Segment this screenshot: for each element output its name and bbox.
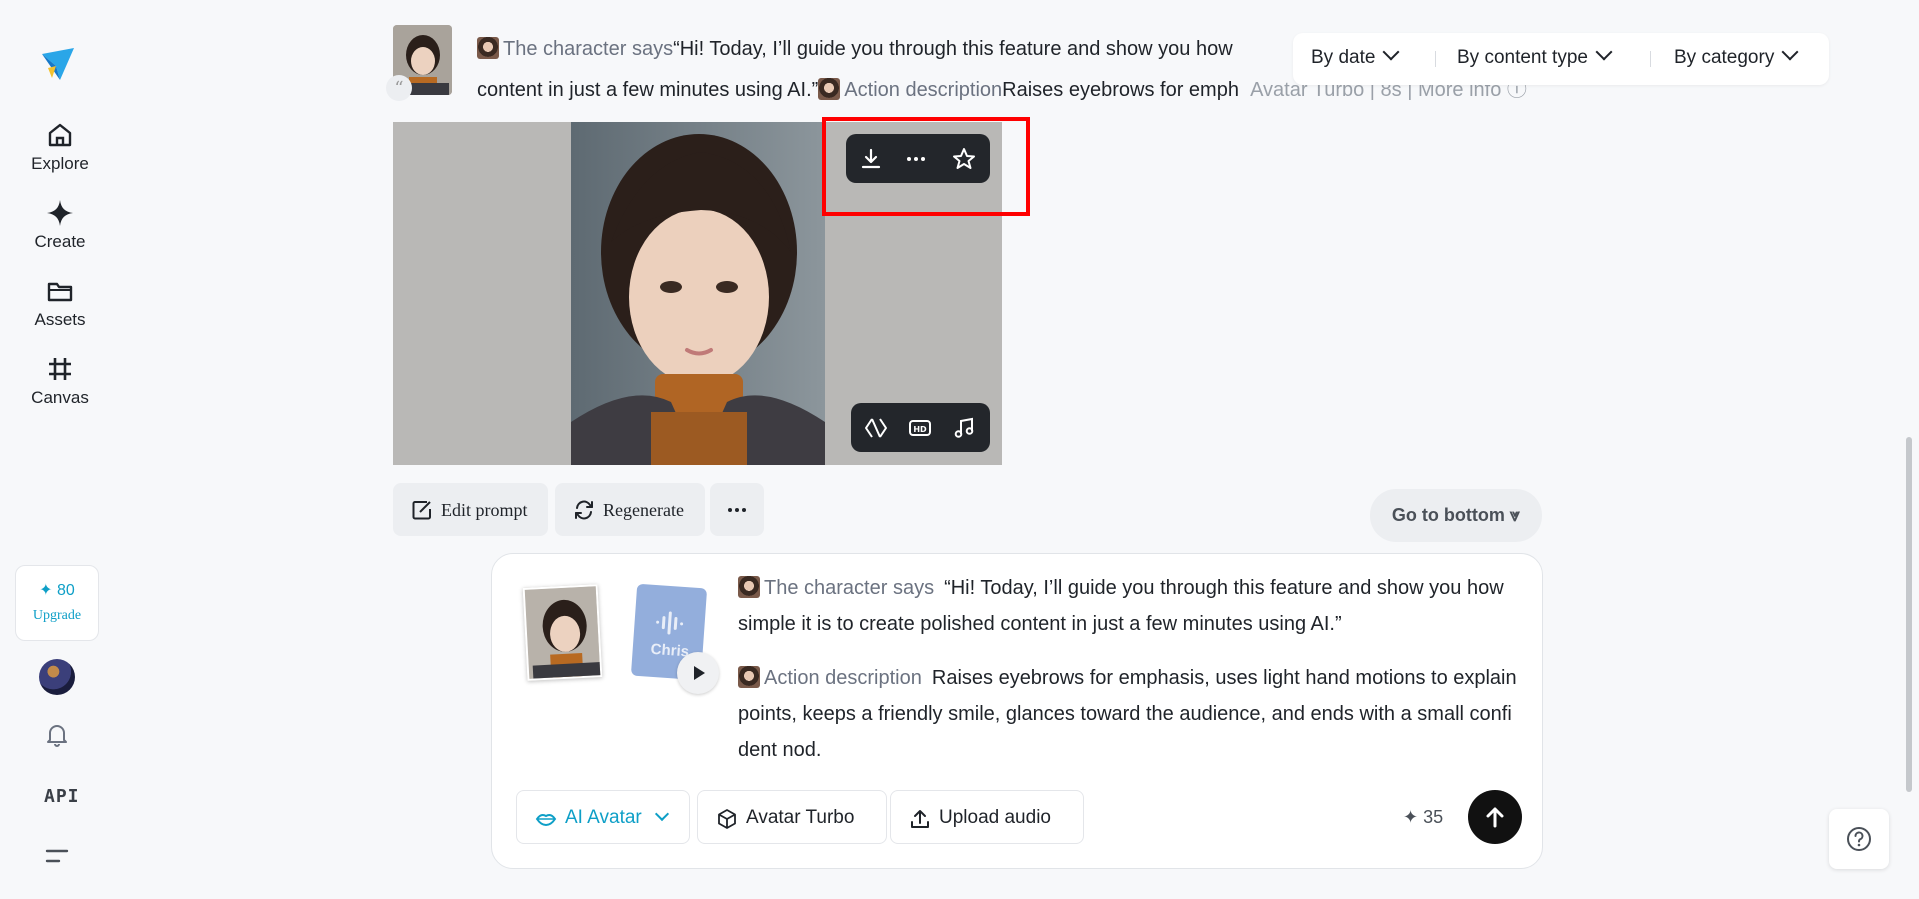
sidebar-item-explore[interactable]: Explore [0,120,120,174]
upgrade-link[interactable]: Upgrade [16,608,98,624]
sparkle-icon: ✦ [1403,807,1424,827]
chevron-down-icon [1595,43,1613,61]
more-options-icon [728,508,746,512]
bell-icon[interactable] [44,722,70,748]
character-mini-icon [477,37,499,59]
lips-icon [535,814,557,827]
cost-value: 35 [1423,807,1444,827]
filter-by-content-type[interactable]: By content type [1457,43,1613,69]
generation-cost: ✦ 35 [1403,807,1443,828]
message-line-1: The character says“Hi! Today, I’ll guide… [477,37,1233,61]
video-bottom-toolbar: HD [851,403,990,452]
lipsync-icon[interactable] [863,415,889,441]
sidebar: Explore Create Assets Canvas ✦ 80 Upgrad… [0,0,120,899]
filter-label: By content type [1457,47,1588,68]
avatar-model-button[interactable]: Avatar Turbo [697,790,887,844]
model-label: Avatar Turbo [746,807,855,828]
question-mark-icon [1847,827,1871,851]
user-avatar[interactable] [39,659,75,695]
sparkle-icon [47,200,73,226]
more-actions-button[interactable] [710,483,764,536]
action-mini-icon [738,666,760,688]
highlight-box [822,117,1030,216]
mode-label: AI Avatar [565,807,642,828]
music-note-icon[interactable] [951,415,977,441]
folder-icon [47,282,73,302]
video-portrait-frame [571,122,825,465]
go-to-bottom-label: Go to bottom [1391,505,1505,525]
boy-portrait-image [524,585,603,681]
sidebar-item-create[interactable]: Create [0,198,120,252]
api-link[interactable]: API [44,786,80,807]
chevron-down-icon [654,806,670,822]
sidebar-item-assets[interactable]: Assets [0,276,120,330]
ai-avatar-mode-dropdown[interactable]: AI Avatar [516,790,690,844]
character-says-text: “Hi! Today, I’ll guide you through this … [673,38,1233,60]
composer-character-says[interactable]: The character says “Hi! Today, I’ll guide… [738,570,1518,642]
scrollbar[interactable] [1906,437,1912,792]
edit-icon [412,501,431,520]
svg-text:HD: HD [913,425,927,434]
filter-by-date[interactable]: By date [1311,43,1400,69]
boy-video-frame-image [571,122,825,465]
upgrade-box[interactable]: ✦ 80 Upgrade [15,565,99,641]
sidebar-item-label: Create [34,232,86,251]
sidebar-item-label: Canvas [31,388,89,407]
help-button[interactable] [1829,809,1889,869]
quote-icon: “ [386,75,412,101]
regenerate-label: Regenerate [603,500,684,520]
send-button[interactable] [1468,790,1522,844]
character-image-attachment[interactable] [522,584,603,681]
upload-label: Upload audio [939,807,1051,828]
grid-crop-icon [49,358,71,380]
composer-action-description[interactable]: Action description Raises eyebrows for em… [738,660,1518,768]
character-says-tag: The character says [503,38,674,60]
go-to-bottom-button[interactable]: Go to bottom ⩔ [1370,489,1542,542]
credit-balance: ✦ 80 [39,582,75,599]
app-logo[interactable] [38,44,78,84]
arrow-up-icon [1486,807,1504,828]
action-description-tag: Action description [764,667,922,689]
play-audio-button[interactable] [677,652,719,694]
filter-label: By category [1674,47,1775,68]
regenerate-button[interactable]: Regenerate [555,483,705,536]
menu-icon[interactable] [45,846,69,866]
sidebar-item-label: Explore [31,154,89,173]
double-chevron-down-icon: ⩔ [1509,505,1521,525]
chevron-down-icon [1781,43,1799,61]
edit-prompt-label: Edit prompt [441,500,528,520]
prompt-composer: Chris The character says “Hi! Today, I’ll… [491,553,1543,869]
upload-icon [911,810,929,828]
character-says-tag: The character says [764,577,935,599]
action-description-text: Raises eyebrows for emph [1002,79,1239,101]
filter-by-category[interactable]: By category [1674,43,1799,69]
sidebar-item-canvas[interactable]: Canvas [0,354,120,408]
character-mini-icon [738,576,760,598]
action-mini-icon [818,78,841,100]
message-line-2-start: content in just a few minutes using AI.” [477,79,819,101]
hd-upscale-icon[interactable]: HD [907,415,933,441]
sidebar-item-label: Assets [34,310,86,329]
refresh-icon [575,500,593,520]
filter-bar: By date By content type By category [1293,33,1829,85]
filter-label: By date [1311,47,1376,68]
cube-icon [718,809,736,829]
chevron-down-icon [1382,43,1400,61]
upload-audio-button[interactable]: Upload audio [890,790,1084,844]
waveform-icon [656,611,684,635]
edit-prompt-button[interactable]: Edit prompt [393,483,548,536]
action-description-tag: Action description [844,79,1003,101]
home-icon [48,123,72,147]
